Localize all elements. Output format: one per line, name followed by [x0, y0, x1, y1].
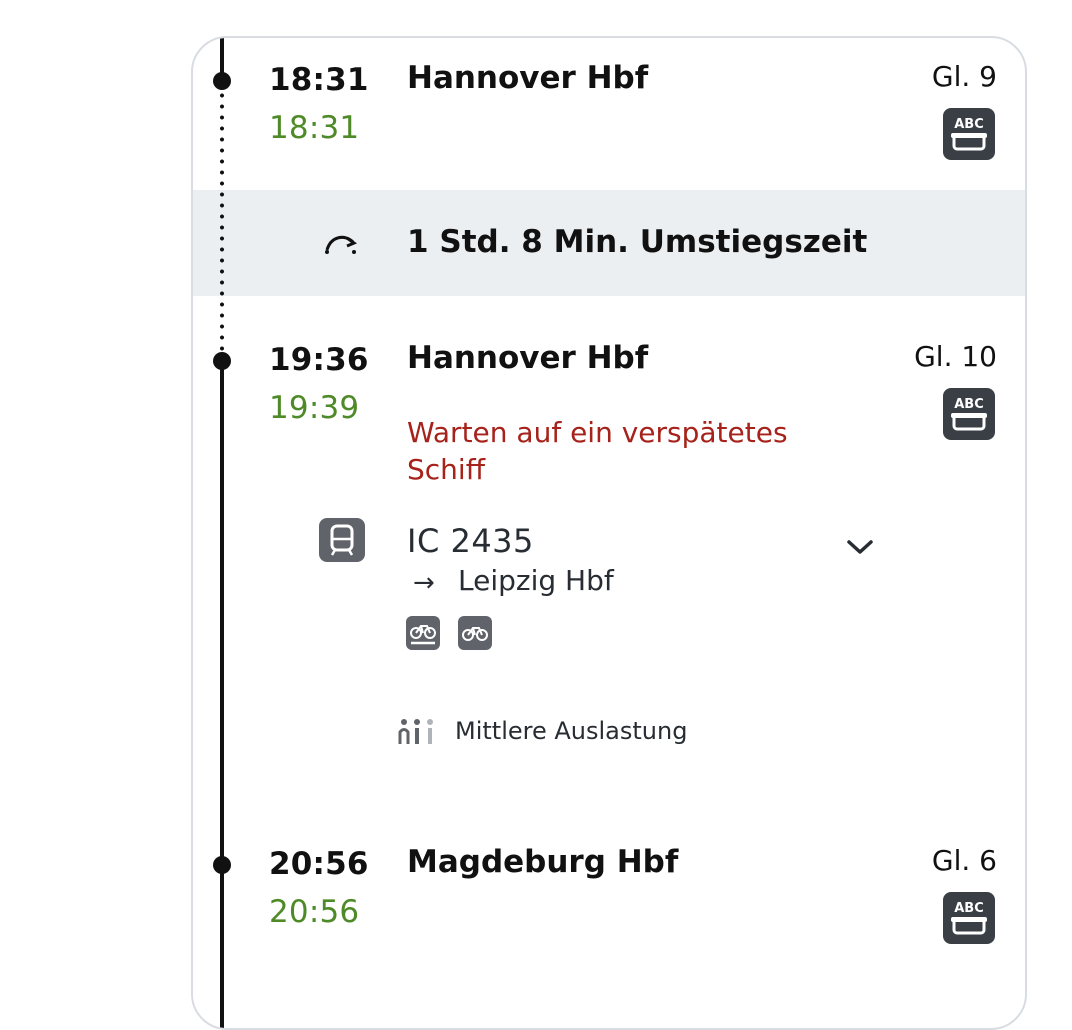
train-icon: [319, 518, 365, 562]
planned-departure-time: 19:36: [269, 342, 369, 378]
transfer-time-text: 1 Std. 8 Min. Umstiegszeit: [407, 224, 868, 260]
track-number: Gl. 6: [931, 844, 997, 877]
planned-arrival-time: 20:56: [269, 846, 369, 882]
chevron-down-icon[interactable]: [845, 536, 875, 558]
actual-departure-time: 19:39: [269, 390, 360, 426]
timeline-stop-dot: [213, 352, 231, 370]
actual-departure-time: 18:31: [269, 110, 360, 146]
bike-reservation-required-icon: [406, 616, 440, 650]
direction-arrow-icon: →: [413, 568, 435, 598]
transfer-arrow-icon: [323, 226, 359, 256]
seat-reservation-abc-icon: ABC: [943, 388, 995, 440]
svg-text:ABC: ABC: [954, 901, 984, 916]
occupancy-label: Mittlere Auslastung: [455, 717, 688, 745]
track-number: Gl. 10: [914, 340, 997, 373]
journey-details-card: 18:31 18:31 Hannover Hbf Gl. 9 ABC 1 Std…: [191, 36, 1027, 1030]
track-number: Gl. 9: [931, 60, 997, 93]
timeline-line-bottom: [220, 866, 224, 1028]
timeline-stop-dot: [213, 856, 231, 874]
timeline-transfer-dotted-line: [220, 90, 224, 362]
occupancy-medium-icon: [398, 718, 436, 746]
planned-departure-time: 18:31: [269, 62, 369, 98]
train-number[interactable]: IC 2435: [407, 522, 534, 560]
svg-text:ABC: ABC: [954, 117, 984, 132]
timeline-stop-dot: [213, 72, 231, 90]
station-name: Magdeburg Hbf: [407, 844, 679, 880]
timeline-line-train-segment: [220, 361, 224, 866]
station-name: Hannover Hbf: [407, 340, 649, 376]
bike-transport-icon: [458, 616, 492, 650]
seat-reservation-abc-icon: ABC: [943, 892, 995, 944]
transfer-time-banner: 1 Std. 8 Min. Umstiegszeit: [193, 190, 1025, 296]
delay-reason-message: Warten auf ein verspätetes Schiff: [407, 416, 788, 486]
svg-text:ABC: ABC: [954, 397, 984, 412]
actual-arrival-time: 20:56: [269, 894, 360, 930]
station-name: Hannover Hbf: [407, 60, 649, 96]
train-destination: Leipzig Hbf: [458, 564, 614, 597]
seat-reservation-abc-icon: ABC: [943, 108, 995, 160]
